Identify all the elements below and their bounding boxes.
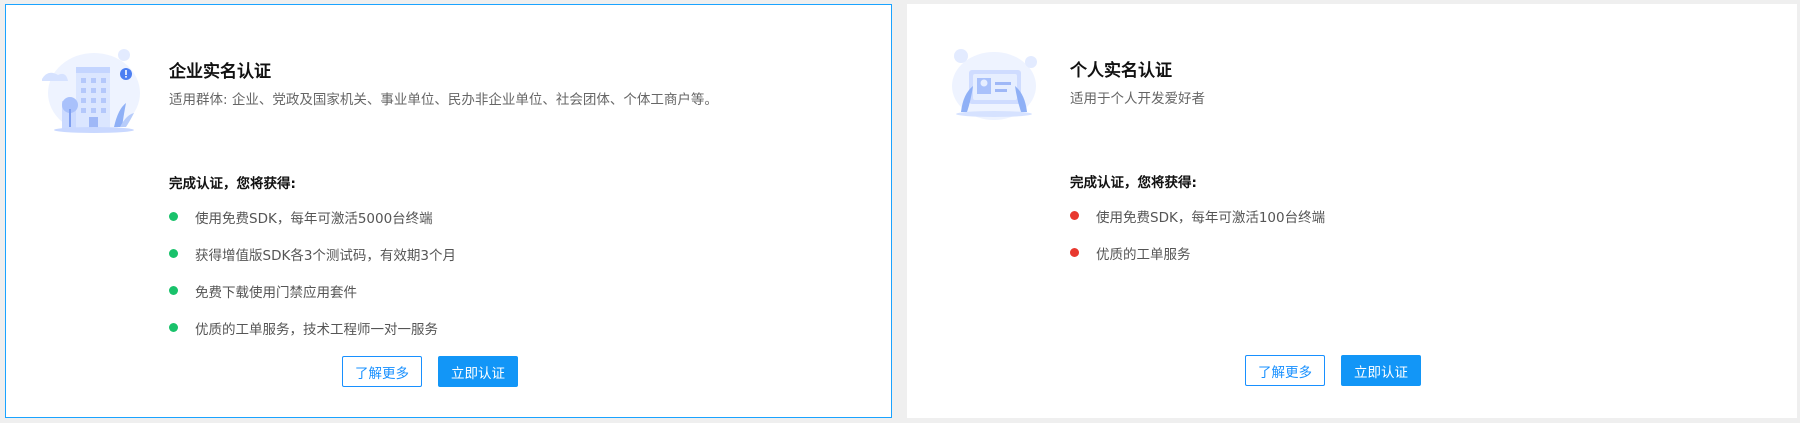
office-building-illustration bbox=[36, 43, 146, 143]
green-dot-icon bbox=[169, 249, 178, 258]
green-dot-icon bbox=[169, 212, 178, 221]
personal-learn-more-button[interactable]: 了解更多 bbox=[1245, 355, 1325, 386]
green-dot-icon bbox=[169, 323, 178, 332]
personal-card-description: 适用于个人开发爱好者 bbox=[1070, 91, 1205, 107]
red-dot-icon bbox=[1070, 248, 1079, 257]
list-item: 使用免费SDK，每年可激活5000台终端 bbox=[169, 207, 456, 244]
list-item: 获得增值版SDK各3个测试码，有效期3个月 bbox=[169, 244, 456, 281]
list-item: 优质的工单服务，技术工程师一对一服务 bbox=[169, 318, 456, 355]
personal-card-title: 个人实名认证 bbox=[1070, 61, 1172, 81]
personal-verify-button[interactable]: 立即认证 bbox=[1341, 355, 1421, 386]
enterprise-learn-more-button[interactable]: 了解更多 bbox=[342, 356, 422, 387]
enterprise-benefits-list: 使用免费SDK，每年可激活5000台终端 获得增值版SDK各3个测试码，有效期3… bbox=[169, 207, 456, 355]
personal-benefits-list: 使用免费SDK，每年可激活100台终端 优质的工单服务 bbox=[1070, 206, 1325, 280]
enterprise-benefits-title: 完成认证，您将获得: bbox=[169, 176, 296, 192]
enterprise-verification-card[interactable]: 企业实名认证 适用群体: 企业、党政及国家机关、事业单位、民办非企业单位、社会团… bbox=[5, 4, 892, 418]
list-item: 使用免费SDK，每年可激活100台终端 bbox=[1070, 206, 1325, 243]
green-dot-icon bbox=[169, 286, 178, 295]
enterprise-card-description: 适用群体: 企业、党政及国家机关、事业单位、民办非企业单位、社会团体、个体工商户… bbox=[169, 92, 718, 108]
red-dot-icon bbox=[1070, 211, 1079, 220]
list-item: 优质的工单服务 bbox=[1070, 243, 1325, 280]
enterprise-card-title: 企业实名认证 bbox=[169, 62, 271, 82]
personal-benefits-title: 完成认证，您将获得: bbox=[1070, 175, 1197, 191]
personal-verification-card[interactable]: 个人实名认证 适用于个人开发爱好者 完成认证，您将获得: 使用免费SDK，每年可… bbox=[907, 4, 1797, 418]
id-card-illustration bbox=[939, 42, 1049, 142]
list-item: 免费下载使用门禁应用套件 bbox=[169, 281, 456, 318]
enterprise-verify-button[interactable]: 立即认证 bbox=[438, 356, 518, 387]
